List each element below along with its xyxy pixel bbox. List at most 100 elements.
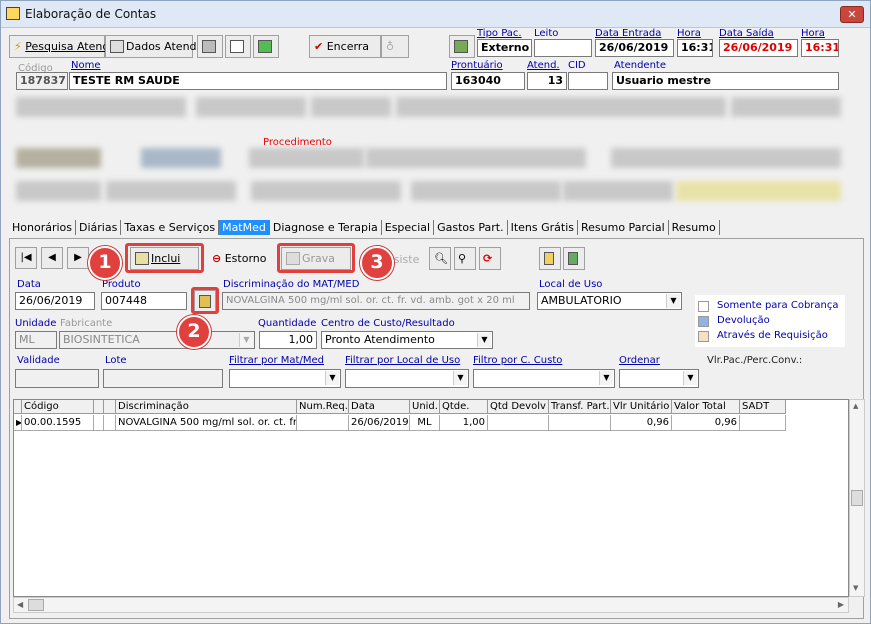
minus-circle-icon: ⊖: [212, 252, 222, 265]
grid-header-unid[interactable]: Unid.: [410, 400, 440, 414]
table-cell-unid[interactable]: ML: [410, 415, 440, 431]
grid-header-qtd-devolv[interactable]: Qtd Devolv: [488, 400, 549, 414]
blurred-field: [411, 181, 561, 201]
binoculars-button[interactable]: ⚲: [454, 247, 476, 270]
print-green-button[interactable]: [253, 35, 279, 58]
zoom-button[interactable]: 🔍︎: [429, 247, 451, 270]
hora-entrada-label: Hora: [677, 28, 701, 39]
tab-diagnose-terapia[interactable]: Diagnose e Terapia: [270, 220, 382, 235]
callout-grava-highlight: [277, 243, 355, 273]
tab-itens-gratis[interactable]: Itens Grátis: [508, 220, 578, 235]
table-cell-codigo[interactable]: 00.00.1595: [22, 415, 94, 431]
refresh-button[interactable]: ⟳: [479, 247, 501, 270]
tab-gastos-part[interactable]: Gastos Part.: [434, 220, 508, 235]
grid-header-sadt[interactable]: SADT: [740, 400, 786, 414]
data-saida-field[interactable]: 26/06/2019: [719, 39, 798, 57]
tab-resumo[interactable]: Resumo: [669, 220, 720, 235]
next-record-button[interactable]: ▶: [67, 247, 89, 269]
cid-field[interactable]: [568, 72, 608, 90]
produto-field[interactable]: 007448: [101, 292, 187, 310]
atendente-field[interactable]: Usuario mestre: [612, 72, 839, 90]
filtrar-matmed-label: Filtrar por Mat/Med: [229, 355, 324, 366]
table-cell-qtde[interactable]: 1,00: [440, 415, 488, 431]
tab-resumo-parcial[interactable]: Resumo Parcial: [578, 220, 669, 235]
grid-header-data[interactable]: Data: [349, 400, 410, 414]
first-record-button[interactable]: |◀: [15, 247, 37, 269]
blurred-icons: [16, 148, 101, 168]
tab-diarias[interactable]: Diárias: [76, 220, 122, 235]
table-cell-vlr-unitario[interactable]: 0,96: [611, 415, 672, 431]
ordenar-select[interactable]: ▼: [619, 369, 699, 388]
binoculars-icon: ⚲: [458, 252, 467, 265]
leito-label: Leito: [534, 28, 559, 39]
computer-button[interactable]: [197, 35, 223, 58]
pesquisa-atend-button[interactable]: ⚡ Pesquisa Atend.: [9, 35, 113, 58]
grid-header-valor-total[interactable]: Valor Total: [672, 400, 740, 414]
table-cell-blank-1[interactable]: [94, 415, 104, 431]
local-uso-select[interactable]: AMBULATORIO ▼: [537, 292, 682, 310]
tab-honorarios[interactable]: Honorários: [9, 220, 77, 235]
table-cell-transf-part[interactable]: [549, 415, 611, 431]
centro-custo-select[interactable]: Pronto Atendimento ▼: [321, 331, 493, 349]
leito-field[interactable]: [534, 39, 592, 57]
data-entrada-field[interactable]: 26/06/2019: [595, 39, 674, 57]
data-entrada-label: Data Entrada: [595, 28, 662, 39]
filtrar-local-select[interactable]: ▼: [345, 369, 469, 388]
table-cell-valor-total[interactable]: 0,96: [672, 415, 740, 431]
encerra-button[interactable]: ✔ Encerra: [309, 35, 381, 58]
data-field[interactable]: 26/06/2019: [15, 292, 95, 310]
door-button[interactable]: [563, 247, 585, 270]
vlr-pac-label: Vlr.Pac./Perc.Conv.:: [707, 355, 803, 366]
previous-record-button[interactable]: ◀: [41, 247, 63, 269]
print-button[interactable]: [225, 35, 251, 58]
tab-bar: Honorários Diárias Taxas e Serviços MatMed D…: [9, 220, 720, 238]
scroll-right-icon[interactable]: ▶: [838, 600, 844, 609]
table-cell-discriminacao[interactable]: NOVALGINA 500 mg/ml sol. or. ct. fr.: [116, 415, 297, 431]
table-cell-qtd-devolv[interactable]: [488, 415, 549, 431]
scroll-up-icon[interactable]: ▲: [853, 402, 858, 410]
prontuario-field[interactable]: 163040: [451, 72, 525, 90]
vertical-scrollbar[interactable]: ▲ ▼: [849, 399, 865, 597]
grid-header-transf-part[interactable]: Transf. Part.: [549, 400, 611, 414]
tab-matmed[interactable]: MatMed: [219, 220, 270, 235]
filtrar-matmed-select[interactable]: ▼: [229, 369, 341, 388]
table-cell-num-req[interactable]: [297, 415, 349, 431]
table-cell-sadt[interactable]: [740, 415, 786, 431]
hora-saida-field[interactable]: 16:31: [801, 39, 839, 57]
atend-field[interactable]: 13: [527, 72, 567, 90]
blurred-field: [196, 97, 306, 117]
table-cell-blank-2[interactable]: [104, 415, 116, 431]
dados-atend-button[interactable]: Dados Atend.: [105, 35, 200, 58]
callout-badge-1: 1: [88, 246, 122, 280]
door-icon: [568, 252, 578, 265]
grid-header-blank-2[interactable]: [104, 400, 116, 414]
hora-entrada-field[interactable]: 16:31: [677, 39, 713, 57]
ordenar-label: Ordenar: [619, 355, 660, 366]
table-cell-data[interactable]: 26/06/2019: [349, 415, 410, 431]
grid-header-discriminacao[interactable]: Discriminação: [116, 400, 297, 414]
filtro-custo-select[interactable]: ▼: [473, 369, 615, 388]
grid-header-qtde[interactable]: Qtde.: [440, 400, 488, 414]
estorno-button[interactable]: ⊖ Estorno: [207, 247, 275, 270]
grid-header-vlr-unitario[interactable]: Vlr Unitário: [611, 400, 672, 414]
fabricante-label: Fabricante: [60, 318, 113, 329]
hscroll-thumb[interactable]: [28, 599, 44, 611]
tab-taxas-servicos[interactable]: Taxas e Serviços: [121, 220, 220, 235]
quantidade-field[interactable]: 1,00: [259, 331, 317, 349]
grid-header-num-req[interactable]: Num.Req.: [297, 400, 349, 414]
tab-especial[interactable]: Especial: [382, 220, 435, 235]
horizontal-scrollbar[interactable]: ◀ ▶: [13, 597, 849, 613]
patient-icon-button[interactable]: [449, 35, 475, 58]
close-button[interactable]: ✕: [840, 6, 864, 23]
nome-field[interactable]: TESTE RM SAUDE: [69, 72, 447, 90]
lote-label: Lote: [105, 355, 127, 366]
grid-header-blank-1[interactable]: [94, 400, 104, 414]
scroll-left-icon[interactable]: ◀: [17, 600, 23, 609]
lock-button[interactable]: ♁: [381, 35, 409, 58]
scroll-down-icon[interactable]: ▼: [853, 584, 858, 592]
grid-header-codigo[interactable]: Código: [22, 400, 94, 414]
scroll-thumb[interactable]: [851, 490, 863, 506]
callout-produto-highlight: [191, 287, 219, 314]
hand-button[interactable]: [539, 247, 561, 270]
tipo-pac-field[interactable]: Externo: [477, 39, 532, 57]
